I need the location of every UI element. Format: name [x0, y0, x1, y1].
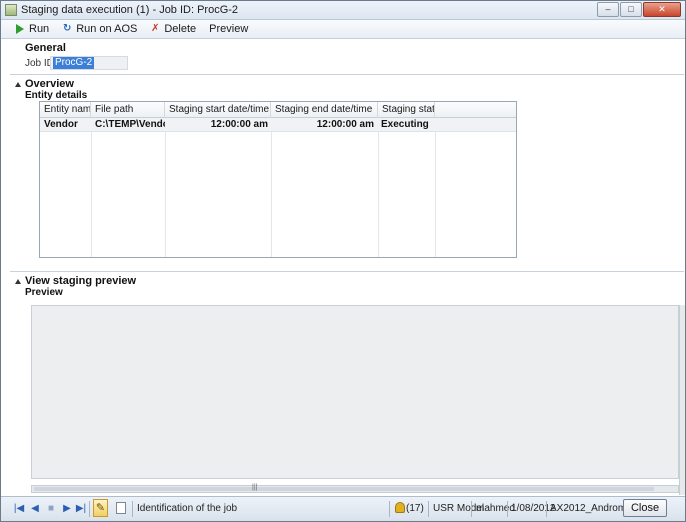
window-title: Staging data execution (1) - Job ID: Pro… — [21, 4, 239, 16]
form-content: General Job ID: ProcG-2 Overview Entity … — [2, 40, 685, 495]
collapse-preview-icon[interactable] — [15, 279, 21, 284]
edit-mode-button[interactable]: ✎ — [93, 499, 108, 517]
status-separator — [546, 501, 547, 517]
cell-file-path: C:\TEMP\Vendor.txt — [95, 119, 165, 130]
status-help-text: Identification of the job — [137, 503, 238, 514]
title-bar: Staging data execution (1) - Job ID: Pro… — [1, 1, 685, 20]
column-header-staging-status[interactable]: Staging status — [378, 102, 435, 118]
maximize-button[interactable]: □ — [620, 2, 642, 17]
next-record-button[interactable]: ▶ — [61, 503, 73, 515]
job-id-value: ProcG-2 — [53, 57, 95, 69]
cell-staging-status: Executing — [381, 119, 429, 130]
document-icon[interactable] — [116, 502, 126, 514]
view-staging-preview-heading[interactable]: View staging preview — [25, 275, 136, 287]
preview-subheading: Preview — [25, 287, 63, 298]
collapse-overview-icon[interactable] — [15, 82, 21, 87]
status-separator — [471, 501, 472, 517]
cell-staging-end: 12:00:00 am — [316, 119, 374, 130]
delete-button-label: Delete — [164, 23, 197, 35]
delete-icon: ✗ — [151, 23, 160, 34]
column-header-staging-end[interactable]: Staging end date/time — [271, 102, 378, 118]
preview-pane[interactable] — [31, 305, 679, 479]
grid-header: Entity name File path Staging start date… — [40, 102, 516, 118]
action-toolbar: Run ↻ Run on AOS ✗ Delete Preview — [1, 20, 685, 39]
status-bar: |◀ ◀ ■ ▶ ▶| ✎ Identification of the job … — [1, 496, 685, 521]
previous-record-button[interactable]: ◀ — [29, 503, 41, 515]
status-separator — [389, 501, 390, 517]
run-button-label: Run — [29, 23, 50, 35]
horizontal-scrollbar[interactable]: ||| — [31, 484, 679, 493]
run-on-aos-button-label: Run on AOS — [76, 23, 138, 35]
scrollbar-thumb[interactable] — [34, 487, 654, 491]
preview-button-label: Preview — [209, 23, 249, 35]
column-header-staging-start[interactable]: Staging start date/time — [165, 102, 271, 118]
notification-bell-icon[interactable] — [395, 502, 405, 513]
column-header-file-path[interactable]: File path — [91, 102, 165, 118]
column-divider — [271, 118, 272, 257]
entity-details-grid[interactable]: Entity name File path Staging start date… — [39, 101, 517, 258]
general-heading: General — [25, 42, 66, 54]
status-separator — [132, 501, 133, 517]
entity-details-heading: Entity details — [25, 90, 88, 101]
status-separator — [507, 501, 508, 517]
preview-button[interactable]: Preview — [209, 23, 248, 35]
column-divider — [165, 118, 166, 257]
app-window: Staging data execution (1) - Job ID: Pro… — [0, 0, 686, 522]
stop-icon: ■ — [47, 503, 55, 514]
window-close-button[interactable]: ✕ — [643, 2, 681, 17]
section-divider — [10, 74, 684, 75]
section-divider — [10, 271, 684, 272]
cell-staging-start: 12:00:00 am — [210, 119, 268, 130]
status-separator — [428, 501, 429, 517]
minimize-button[interactable]: – — [597, 2, 619, 17]
column-header-entity-name[interactable]: Entity name — [40, 102, 91, 118]
play-icon — [15, 24, 25, 34]
run-button[interactable]: Run — [15, 23, 49, 35]
window-controls: – □ ✕ — [597, 2, 681, 17]
user-indicator: mahmed — [476, 503, 515, 514]
table-row[interactable]: Vendor C:\TEMP\Vendor.txt 12:00:00 am 12… — [40, 118, 516, 132]
session-date: 1/08/2012 — [511, 503, 556, 514]
first-record-button[interactable]: |◀ — [13, 503, 25, 515]
overview-heading[interactable]: Overview — [25, 78, 74, 90]
column-divider — [378, 118, 379, 257]
delete-button[interactable]: ✗ Delete — [150, 23, 196, 35]
run-on-aos-button[interactable]: ↻ Run on AOS — [62, 23, 137, 35]
cell-entity-name: Vendor — [44, 119, 78, 130]
job-id-field[interactable]: ProcG-2 — [50, 56, 128, 70]
scrollbar-grip-icon: ||| — [252, 484, 258, 491]
last-record-button[interactable]: ▶| — [75, 503, 87, 515]
close-button[interactable]: Close — [623, 499, 667, 517]
run-on-aos-icon: ↻ — [62, 23, 72, 34]
notification-count[interactable]: (17) — [406, 503, 424, 514]
vertical-scrollbar[interactable] — [679, 305, 685, 495]
status-separator — [89, 501, 90, 517]
column-divider — [91, 118, 92, 257]
column-divider — [435, 118, 436, 257]
app-icon — [5, 4, 17, 16]
